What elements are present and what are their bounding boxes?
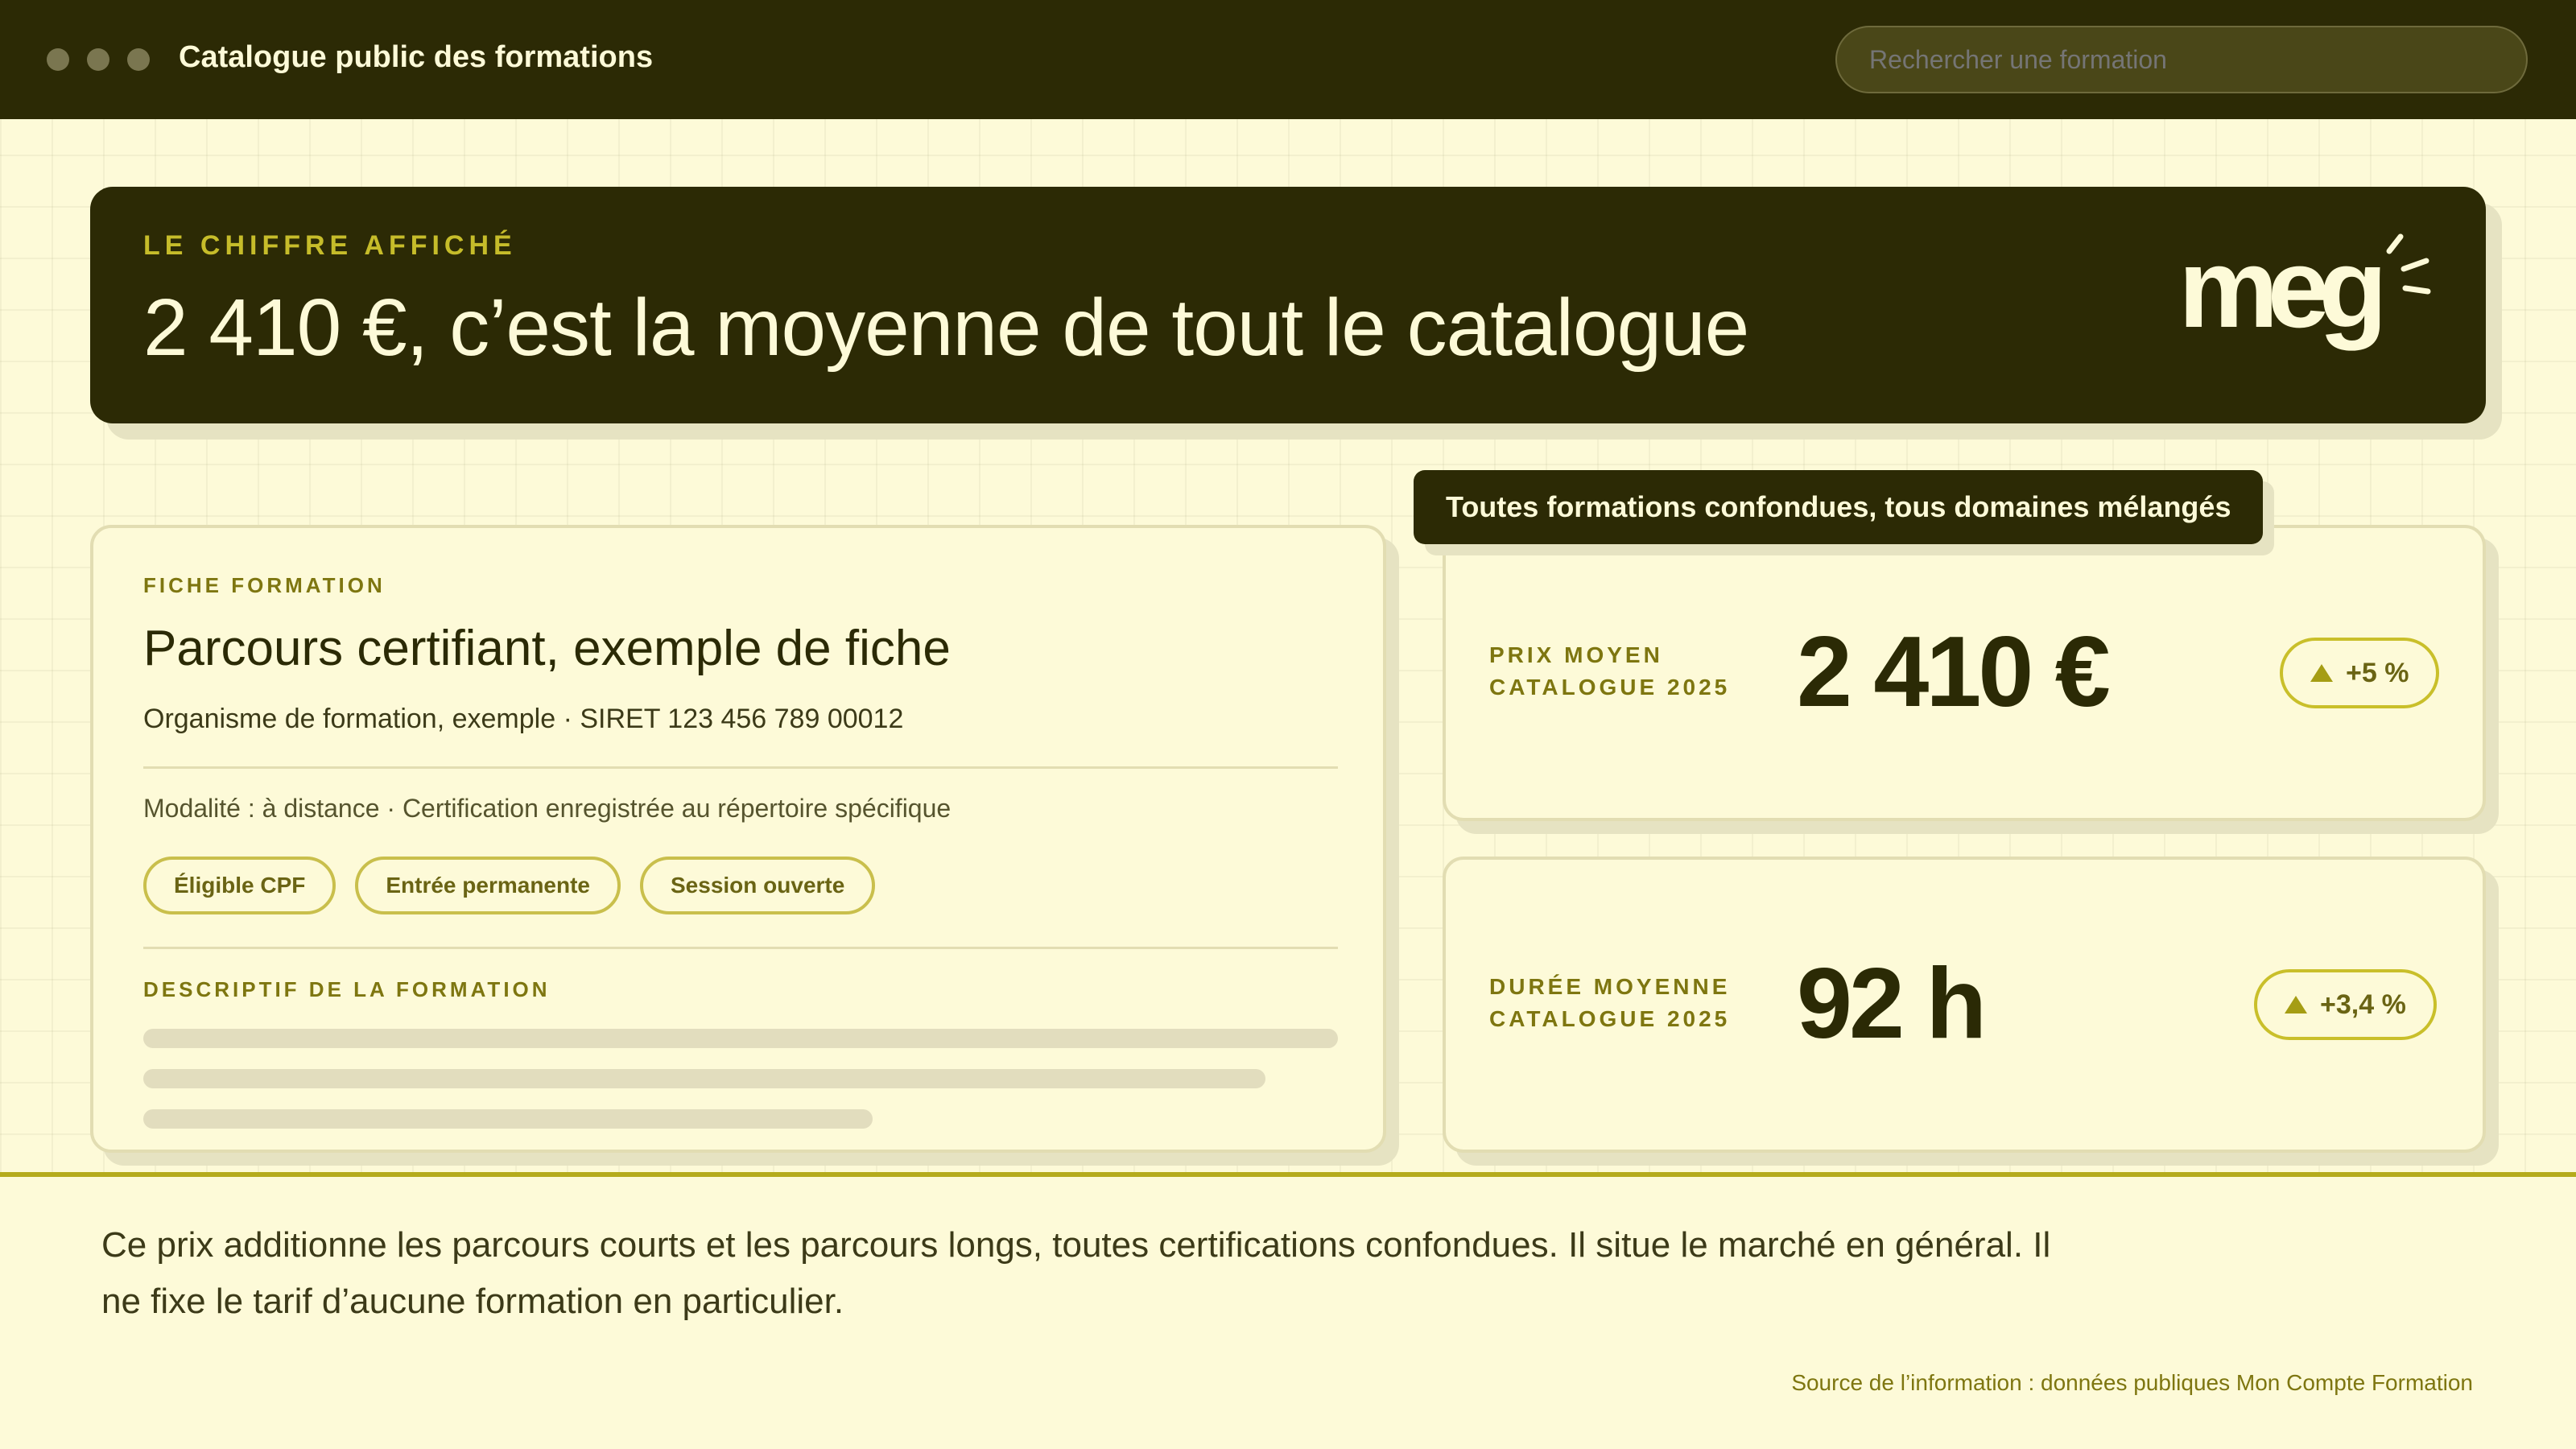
- tag-eligible-cpf[interactable]: Éligible CPF: [143, 857, 336, 914]
- placeholder-line: [143, 1109, 873, 1129]
- stat-label-line2: CATALOGUE 2025: [1489, 675, 1731, 700]
- scope-chip: Toutes formations confondues, tous domai…: [1414, 470, 2264, 544]
- fiche-organisme: Organisme de formation, exemple · SIRET …: [143, 704, 904, 734]
- window-controls: [47, 48, 150, 71]
- delta-value: +3,4 %: [2320, 989, 2406, 1020]
- stat-label-line1: DURÉE MOYENNE: [1489, 974, 1731, 999]
- tag-session-ouverte[interactable]: Session ouverte: [640, 857, 876, 914]
- placeholder-line: [143, 1029, 1338, 1048]
- placeholder-line: [143, 1069, 1265, 1088]
- stat-value: 92 h: [1797, 948, 1987, 1059]
- sparkle-icon: [2386, 233, 2431, 295]
- delta-value: +5 %: [2346, 657, 2409, 688]
- fiche-title: Parcours certifiant, exemple de fiche: [143, 621, 951, 676]
- window-dot-close[interactable]: [47, 48, 69, 71]
- footer-source: Source de l’information : données publiq…: [1791, 1370, 2473, 1395]
- stat-card-prix: PRIX MOYEN CATALOGUE 2025 2 410 € +5 %: [1443, 525, 2486, 821]
- brand-logo: meg: [2178, 232, 2452, 353]
- window-dot-maximize[interactable]: [127, 48, 150, 71]
- stat-card-duree: DURÉE MOYENNE CATALOGUE 2025 92 h +3,4 %: [1443, 857, 2486, 1153]
- app-title: Catalogue public des formations: [179, 40, 654, 74]
- hero-banner: LE CHIFFRE AFFICHÉ 2 410 €, c’est la moy…: [90, 187, 2486, 423]
- search-input[interactable]: [1835, 26, 2528, 93]
- delta-badge: +5 %: [2280, 638, 2440, 708]
- formation-card: FICHE FORMATION Parcours certifiant, exe…: [90, 525, 1386, 1153]
- stat-value: 2 410 €: [1797, 617, 2111, 728]
- stat-label-line2: CATALOGUE 2025: [1489, 1006, 1731, 1031]
- stat-label: PRIX MOYEN CATALOGUE 2025: [1489, 639, 1730, 704]
- tag-entree-permanente[interactable]: Entrée permanente: [355, 857, 621, 914]
- trend-up-icon: [2285, 996, 2307, 1013]
- hero-title: 2 410 €, c’est la moyenne de tout le cat…: [143, 283, 1749, 373]
- window-dot-minimize[interactable]: [87, 48, 109, 71]
- tag-list: Éligible CPF Entrée permanente Session o…: [143, 857, 876, 914]
- trend-up-icon: [2310, 664, 2333, 682]
- stat-label-line1: PRIX MOYEN: [1489, 642, 1663, 667]
- fiche-kicker: FICHE FORMATION: [143, 573, 386, 597]
- stat-label: DURÉE MOYENNE CATALOGUE 2025: [1489, 971, 1730, 1035]
- delta-badge: +3,4 %: [2254, 969, 2437, 1040]
- top-bar: Catalogue public des formations: [0, 0, 2576, 119]
- divider: [143, 947, 1338, 949]
- footer: Ce prix additionne les parcours courts e…: [0, 1172, 2576, 1449]
- hero-kicker: LE CHIFFRE AFFICHÉ: [143, 230, 517, 261]
- divider: [143, 766, 1338, 769]
- description-kicker: DESCRIPTIF DE LA FORMATION: [143, 977, 551, 1001]
- fiche-modalite: Modalité : à distance · Certification en…: [143, 794, 952, 823]
- footer-note: Ce prix additionne les parcours courts e…: [101, 1225, 2051, 1321]
